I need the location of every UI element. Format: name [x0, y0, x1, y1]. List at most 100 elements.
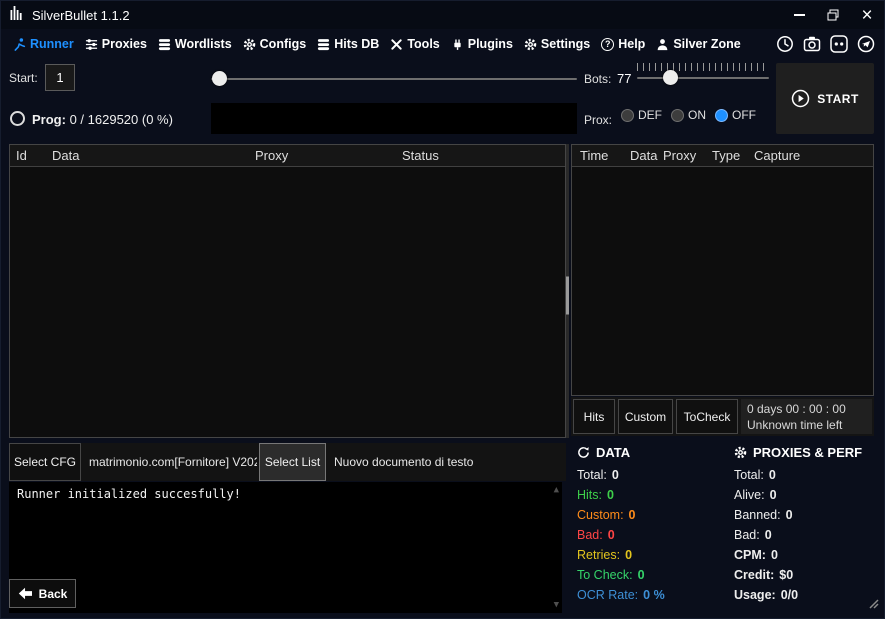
panel-title: DATA	[596, 445, 630, 460]
screenshot-button[interactable]	[802, 34, 822, 54]
nav-hits-db[interactable]: Hits DB	[317, 37, 379, 51]
help-icon: ?	[601, 38, 614, 51]
stat-value: 0	[786, 508, 793, 522]
stat-value: 0/0	[781, 588, 798, 602]
nav-configs[interactable]: Configs	[243, 37, 307, 51]
stat-row: Hits:0	[577, 488, 665, 502]
selected-config-name: matrimonio.com[Fornitore] V202	[89, 443, 257, 481]
hits-table[interactable]: Time Data Proxy Type Capture	[571, 144, 874, 396]
select-list-button[interactable]: Select List	[259, 443, 326, 481]
nav-runner[interactable]: Runner	[13, 37, 74, 51]
minimize-icon	[794, 14, 805, 16]
stat-row: CPM:0	[734, 548, 862, 562]
progress-radio[interactable]	[10, 111, 25, 126]
scroll-down-icon[interactable]: ▼	[554, 600, 559, 610]
slider-track	[211, 78, 577, 80]
runner-log[interactable]: Runner initialized succesfully! ▲ ▼	[9, 482, 562, 613]
tab-tocheck[interactable]: ToCheck	[676, 399, 738, 434]
telegram-button[interactable]	[856, 34, 876, 54]
stat-row: To Check:0	[577, 568, 665, 582]
tab-hits[interactable]: Hits	[573, 399, 615, 434]
nav-silver-zone[interactable]: Silver Zone	[656, 37, 740, 51]
nav-plugins[interactable]: Plugins	[451, 37, 513, 51]
stat-row: Custom:0	[577, 508, 665, 522]
start-label: Start:	[9, 71, 38, 85]
start-button[interactable]: START	[776, 63, 874, 134]
nav-wordlists[interactable]: Wordlists	[158, 37, 232, 51]
results-table[interactable]: Id Data Proxy Status	[9, 144, 566, 438]
timer-block: 0 days 00 : 00 : 00 Unknown time left	[741, 399, 872, 434]
nav-label: Hits DB	[334, 37, 379, 51]
hits-table-header: Time Data Proxy Type Capture	[572, 145, 873, 167]
stat-value: 0	[607, 488, 614, 502]
window-controls: ×	[782, 1, 884, 29]
progress-text: Prog: 0 / 1629520 (0 %)	[32, 112, 173, 127]
start-index-input[interactable]	[45, 64, 75, 91]
proxies-stats-header: PROXIES & PERF	[734, 445, 862, 460]
column-header[interactable]: Data	[52, 148, 79, 163]
nav-proxies[interactable]: Proxies	[85, 37, 147, 51]
stat-row: Retries:0	[577, 548, 665, 562]
nav-settings[interactable]: Settings	[524, 37, 590, 51]
stat-label: Total:	[577, 468, 607, 482]
position-slider[interactable]	[211, 70, 577, 87]
data-stats-panel: DATA Total:0 Hits:0 Custom:0 Bad:0 Retri…	[577, 445, 665, 608]
stat-label: To Check:	[577, 568, 633, 582]
minimize-button[interactable]	[782, 1, 816, 29]
stat-row: Banned:0	[734, 508, 862, 522]
maximize-button[interactable]	[816, 1, 850, 29]
radio-label: OFF	[732, 108, 756, 122]
stat-value: 0	[769, 468, 776, 482]
radio-label: DEF	[638, 108, 662, 122]
stat-label: Usage:	[734, 588, 776, 602]
close-button[interactable]: ×	[850, 1, 884, 29]
slider-handle[interactable]	[212, 71, 227, 86]
resize-grip[interactable]	[866, 596, 879, 614]
nav-label: Proxies	[102, 37, 147, 51]
database-icon	[317, 38, 330, 51]
column-header[interactable]: Type	[712, 148, 740, 163]
column-header[interactable]: Id	[16, 148, 27, 163]
stat-label: Alive:	[734, 488, 765, 502]
proxy-def-radio[interactable]: DEF	[621, 108, 662, 122]
column-header[interactable]: Time	[580, 148, 608, 163]
proxy-off-radio[interactable]: OFF	[715, 108, 756, 122]
column-header[interactable]: Capture	[754, 148, 800, 163]
button-label: Select CFG	[14, 455, 76, 469]
stat-value: 0	[629, 508, 636, 522]
nav-label: Runner	[30, 37, 74, 51]
back-arrow-icon	[18, 587, 33, 600]
button-label: Select List	[265, 455, 320, 469]
wordlists-icon	[158, 38, 171, 51]
stat-value: 0 %	[643, 588, 665, 602]
history-button[interactable]	[775, 34, 795, 54]
scroll-up-icon[interactable]: ▲	[554, 485, 559, 495]
radio-icon	[621, 109, 634, 122]
nav-help[interactable]: ? Help	[601, 37, 645, 51]
nav-label: Wordlists	[175, 37, 232, 51]
slider-handle[interactable]	[663, 70, 678, 85]
nav-tools[interactable]: Tools	[390, 37, 439, 51]
column-header[interactable]: Status	[402, 148, 439, 163]
tab-custom[interactable]: Custom	[618, 399, 673, 434]
stat-label: Bad:	[577, 528, 603, 542]
tab-label: ToCheck	[684, 410, 731, 424]
nav-label: Tools	[407, 37, 439, 51]
proxy-on-radio[interactable]: ON	[671, 108, 706, 122]
column-header[interactable]: Proxy	[663, 148, 696, 163]
nav-label: Silver Zone	[673, 37, 740, 51]
select-cfg-button[interactable]: Select CFG	[9, 443, 81, 481]
stat-row: Usage: 0/0	[734, 588, 862, 602]
proxies-icon	[85, 38, 98, 51]
column-header[interactable]: Data	[630, 148, 657, 163]
back-button-label: Back	[39, 587, 68, 601]
hits-tab-strip: Hits Custom ToCheck 0 days 00 : 00 : 00 …	[571, 397, 874, 436]
discord-button[interactable]	[829, 34, 849, 54]
panel-splitter[interactable]	[566, 144, 569, 438]
stat-label: Bad:	[734, 528, 760, 542]
column-header[interactable]: Proxy	[255, 148, 288, 163]
bots-label: Bots:	[584, 72, 611, 86]
bots-slider[interactable]	[637, 63, 769, 87]
back-button[interactable]: Back	[9, 579, 76, 608]
stat-label: OCR Rate:	[577, 588, 638, 602]
